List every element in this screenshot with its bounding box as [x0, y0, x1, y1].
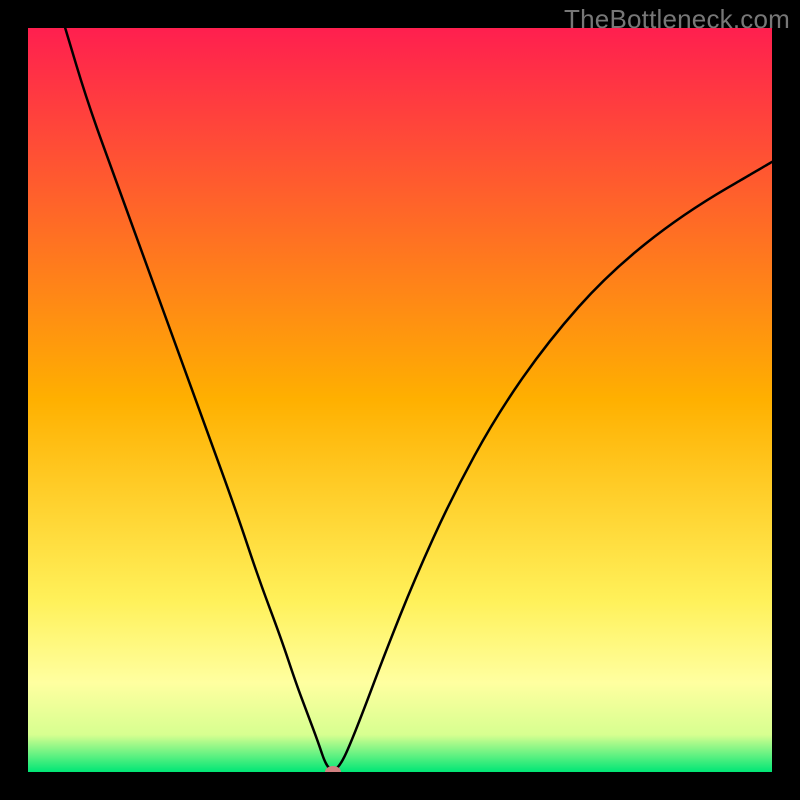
gradient-background [28, 28, 772, 772]
chart-container: TheBottleneck.com [0, 0, 800, 800]
bottleneck-chart [0, 0, 800, 800]
watermark-text: TheBottleneck.com [564, 4, 790, 35]
